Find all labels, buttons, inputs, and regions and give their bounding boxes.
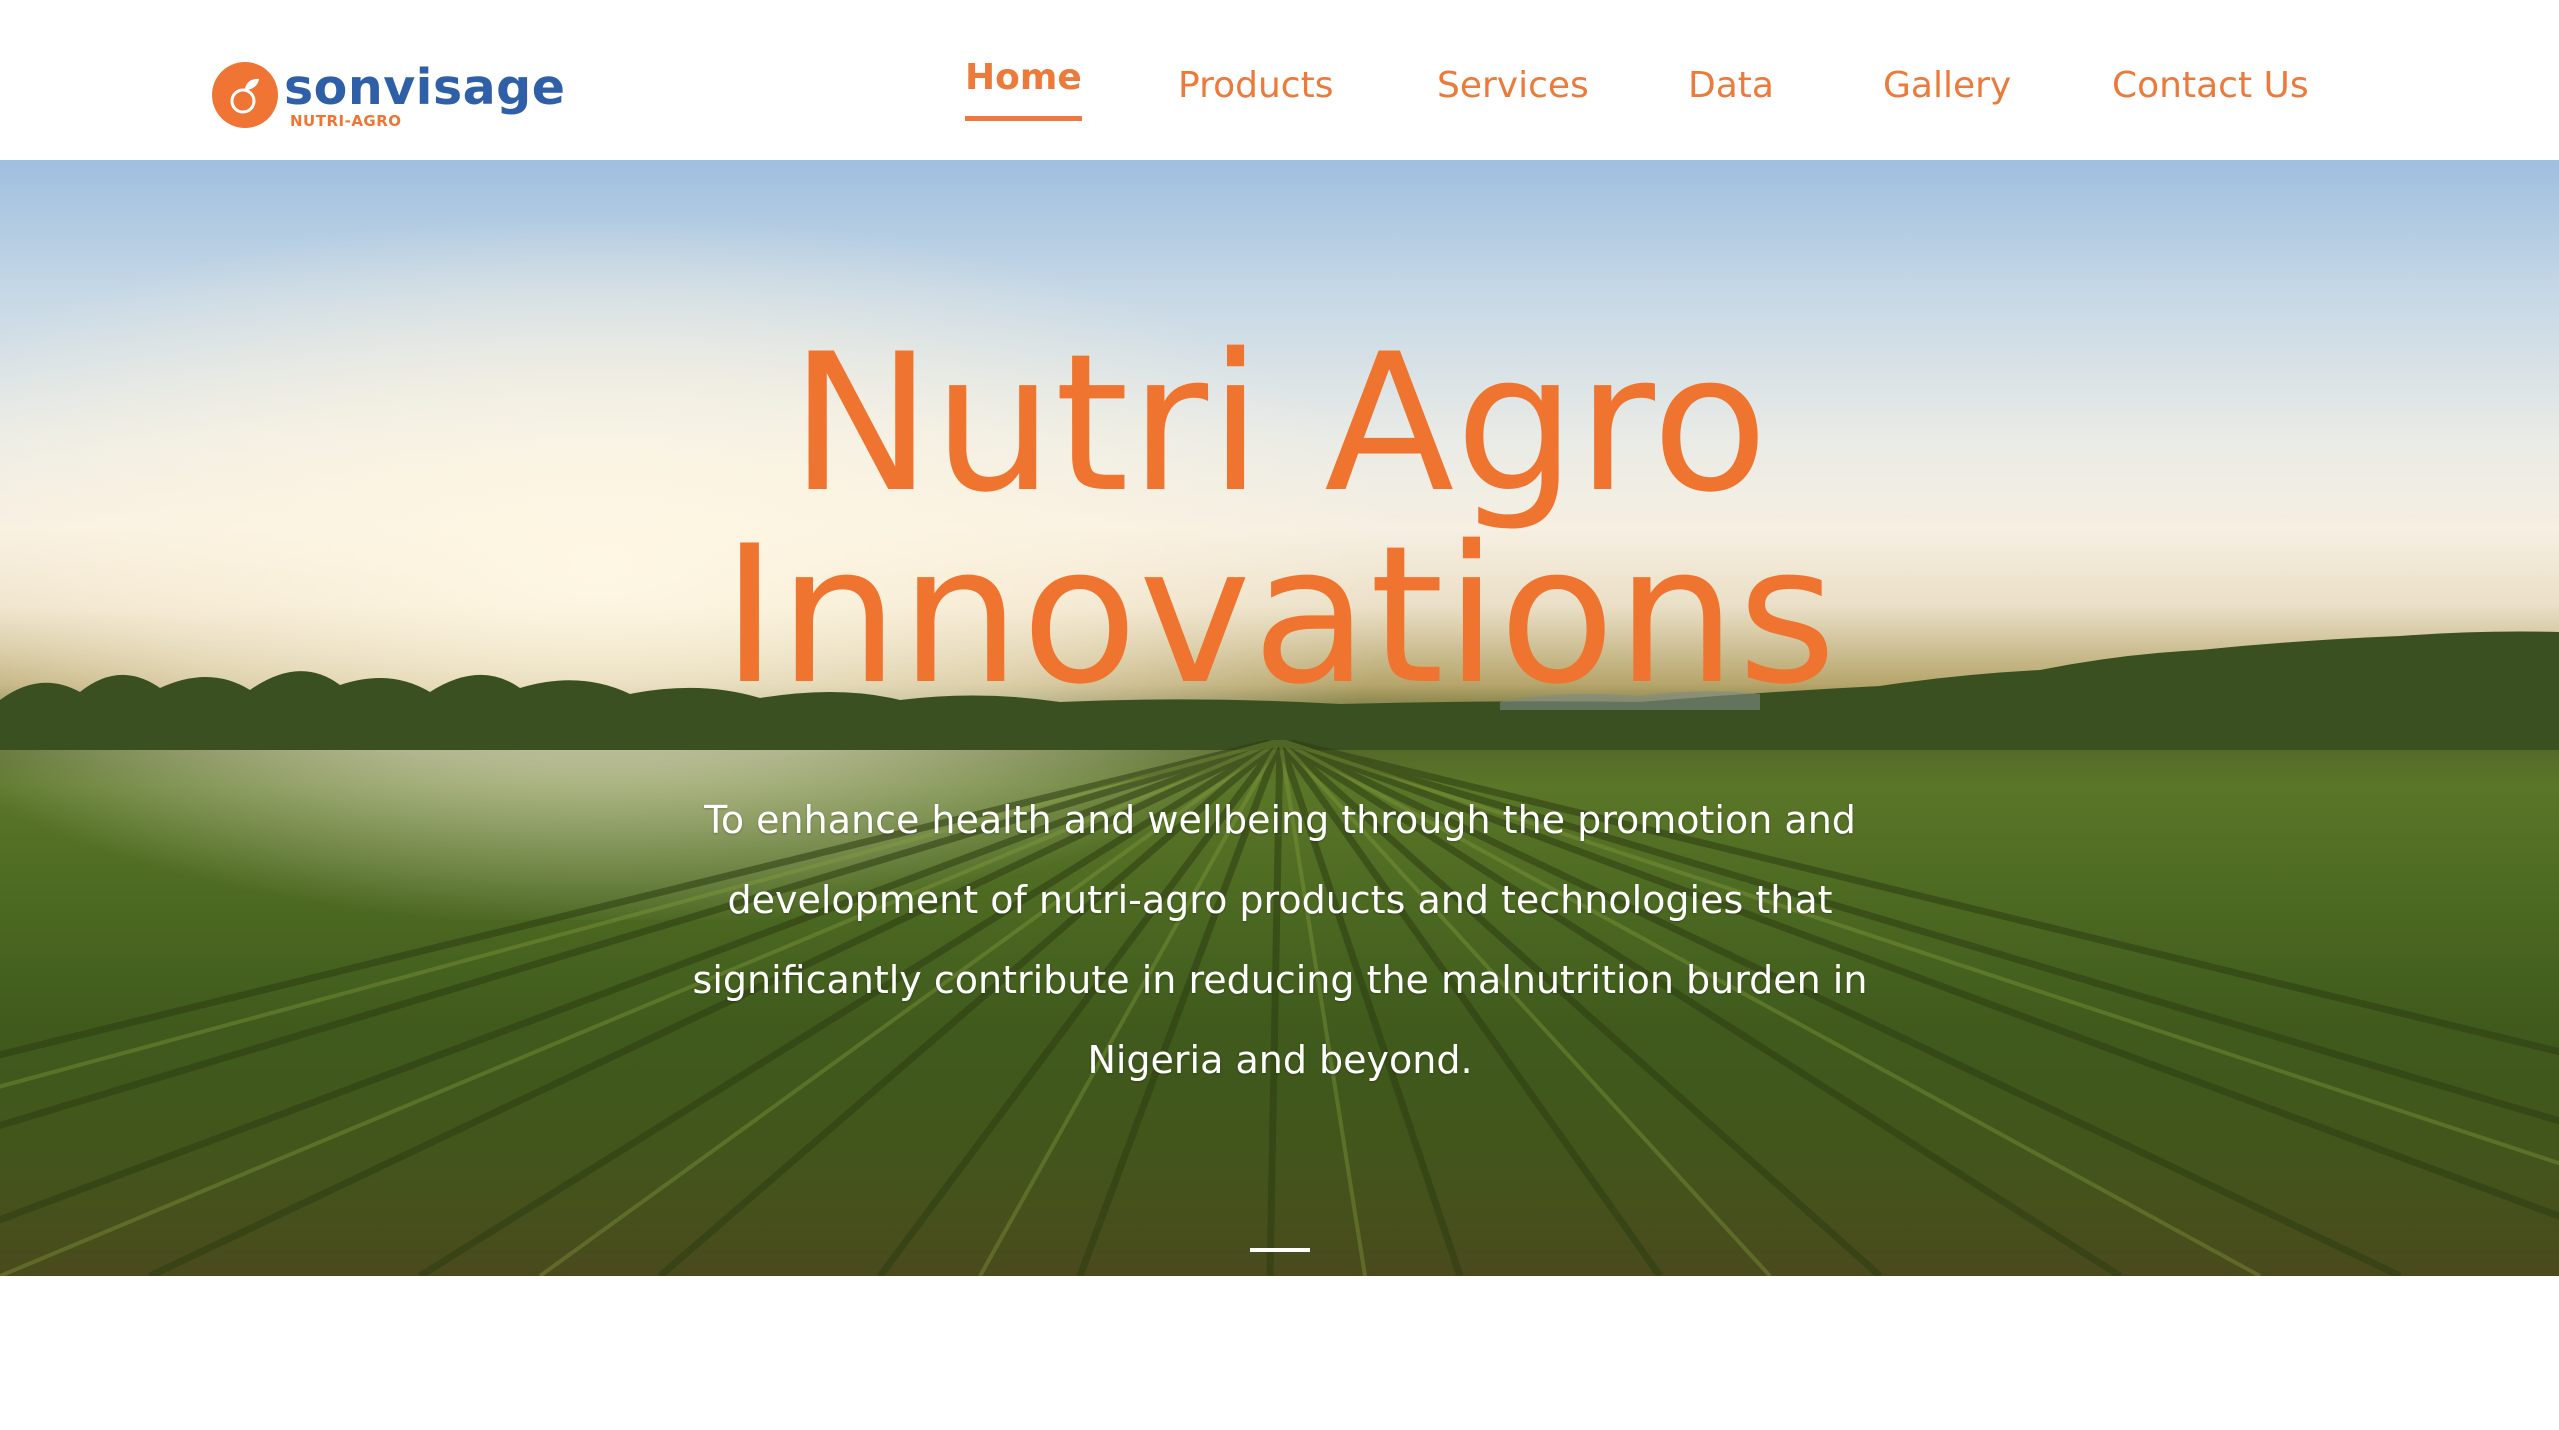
nav-contact-us[interactable]: Contact Us [2112,62,2309,110]
hero-title-line-2: Innovations [721,505,1838,726]
nav-home[interactable]: Home [965,54,1082,121]
slide-indicator[interactable] [1250,1248,1310,1252]
hero-description: To enhance health and wellbeing through … [692,798,1868,1082]
site-header: sonvisage NUTRI-AGRO Home Products Servi… [0,0,2559,160]
nav-home-label: Home [965,57,1082,98]
nav-products[interactable]: Products [1178,62,1333,110]
nav-services[interactable]: Services [1437,62,1589,110]
active-nav-underline [965,116,1082,121]
nav-gallery[interactable]: Gallery [1883,62,2011,110]
nav-data[interactable]: Data [1688,62,1774,110]
main-nav: Home Products Services Data Gallery Cont… [0,54,2559,126]
hero-banner: Nutri Agro Innovations To enhance health… [0,160,2559,1276]
hero-title: Nutri Agro Innovations [0,328,2559,712]
hero-title-line-1: Nutri Agro [789,313,1770,534]
